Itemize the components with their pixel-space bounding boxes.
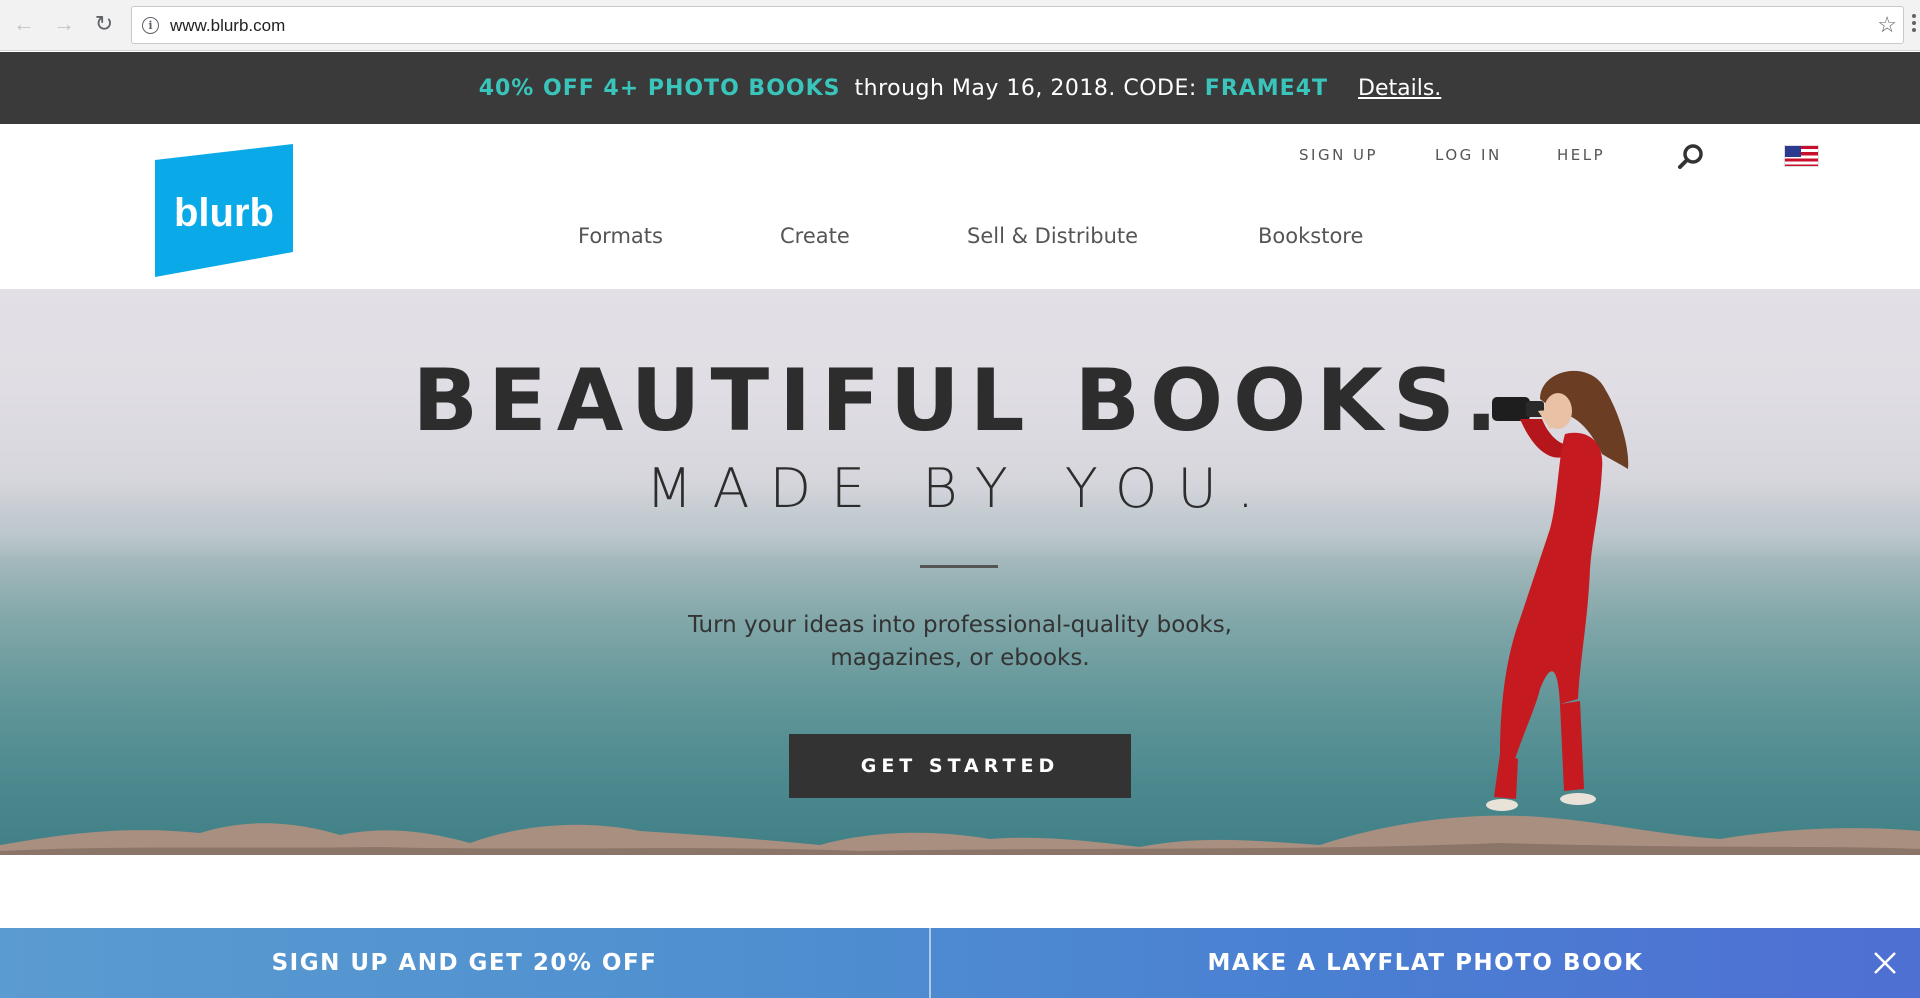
- nav-create[interactable]: Create: [780, 224, 850, 248]
- sign-up-link[interactable]: SIGN UP: [1299, 146, 1378, 164]
- bottom-promo-bar: SIGN UP AND GET 20% OFF MAKE A LAYFLAT P…: [0, 928, 1920, 998]
- nav-formats[interactable]: Formats: [578, 224, 663, 248]
- help-link[interactable]: HELP: [1557, 146, 1605, 164]
- nav-bookstore[interactable]: Bookstore: [1258, 224, 1363, 248]
- photographer-image: [1486, 370, 1629, 811]
- promo-details-link[interactable]: Details.: [1358, 76, 1441, 101]
- us-flag-icon[interactable]: [1784, 145, 1819, 167]
- promo-through: through May 16, 2018. CODE:: [854, 75, 1197, 101]
- star-icon[interactable]: ☆: [1877, 12, 1897, 38]
- get-started-button[interactable]: GET STARTED: [789, 734, 1131, 798]
- info-icon[interactable]: i: [142, 17, 159, 34]
- layflat-photo-book-link[interactable]: MAKE A LAYFLAT PHOTO BOOK: [931, 928, 1920, 998]
- forward-arrow-icon[interactable]: →: [52, 11, 76, 36]
- hero-banner: BEAUTIFUL BOOKS. MADE BY YOU. Turn your …: [0, 289, 1920, 855]
- search-icon[interactable]: [1676, 142, 1706, 172]
- hero-divider: [920, 565, 998, 568]
- browser-toolbar: ← → ↻ i www.blurb.com ☆: [0, 0, 1920, 51]
- hero-description-line-1: Turn your ideas into professional-qualit…: [687, 612, 1232, 638]
- nav-sell-distribute[interactable]: Sell & Distribute: [967, 224, 1138, 248]
- hero-description: Turn your ideas into professional-qualit…: [560, 609, 1360, 675]
- promo-offer: 40% OFF 4+ PHOTO BOOKS: [478, 75, 841, 101]
- log-in-link[interactable]: LOG IN: [1435, 146, 1502, 164]
- promo-code: FRAME4T: [1204, 75, 1329, 101]
- promo-banner: 40% OFF 4+ PHOTO BOOKS through May 16, 2…: [0, 52, 1920, 124]
- logo-text: blurb: [174, 191, 274, 235]
- back-arrow-icon[interactable]: ←: [12, 11, 36, 36]
- url-text[interactable]: www.blurb.com: [170, 16, 285, 36]
- address-bar[interactable]: i www.blurb.com ☆: [131, 6, 1904, 44]
- blurb-logo[interactable]: blurb: [155, 144, 293, 277]
- sign-up-discount-link[interactable]: SIGN UP AND GET 20% OFF: [0, 928, 931, 998]
- close-icon[interactable]: [1872, 950, 1898, 976]
- reload-icon[interactable]: ↻: [92, 11, 116, 36]
- more-menu-icon[interactable]: [1912, 14, 1918, 36]
- site-header: blurb SIGN UP LOG IN HELP Formats Create…: [0, 124, 1920, 289]
- hero-description-line-2: magazines, or ebooks.: [830, 645, 1090, 671]
